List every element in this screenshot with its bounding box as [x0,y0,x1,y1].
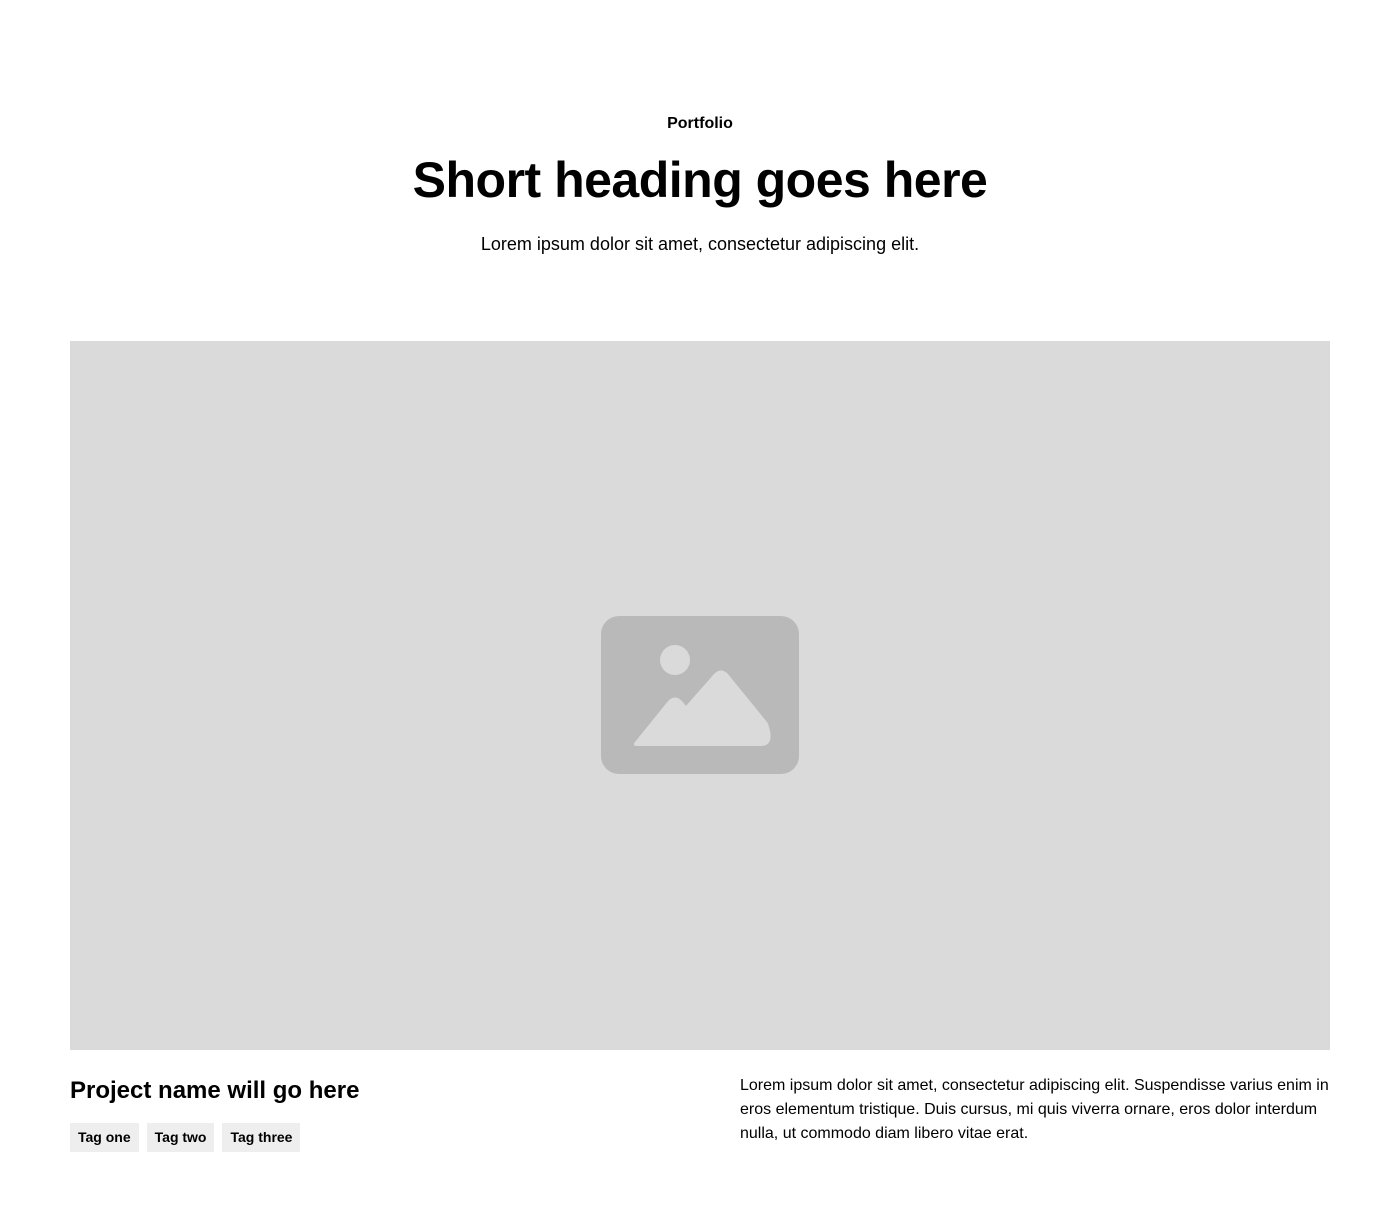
project-name[interactable]: Project name will go here [70,1074,359,1108]
page-title: Short heading goes here [412,152,988,208]
tag-item[interactable]: Tag two [146,1123,215,1152]
portfolio-page: Portfolio Short heading goes here Lorem … [0,0,1400,1214]
page-subtitle: Lorem ipsum dolor sit amet, consectetur … [480,234,920,254]
project-description: Lorem ipsum dolor sit amet, consectetur … [740,1077,1329,1142]
image-placeholder-icon [601,616,799,774]
eyebrow-label: Portfolio [667,115,733,132]
project-image[interactable] [70,341,1330,1050]
tag-item[interactable]: Tag three [222,1123,301,1152]
tag-item[interactable]: Tag one [70,1123,139,1152]
tag-list: Tag one Tag two Tag three [70,1123,301,1152]
section-header: Portfolio Short heading goes here Lorem … [0,112,1400,258]
